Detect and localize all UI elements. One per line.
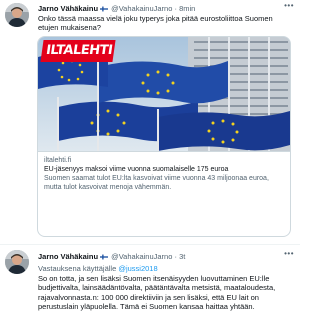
tweet-header: Jarno Vähäkainu @VahakainuJarno · 8min bbox=[38, 4, 296, 13]
author-name[interactable]: Jarno Vähäkainu bbox=[38, 252, 98, 261]
author-name[interactable]: Jarno Vähäkainu bbox=[38, 4, 98, 13]
separator: · bbox=[174, 252, 177, 261]
logo-text: ILTALEHTI bbox=[45, 43, 114, 58]
tweet-text: So on totta, ja sen lisäksi Suomen itsen… bbox=[38, 274, 276, 311]
card-title: EU-jäsenyys maksoi viime vuonna suomalai… bbox=[44, 166, 229, 173]
tweet[interactable]: Jarno Vähäkainu @VahakainuJarno · 8min •… bbox=[0, 0, 300, 244]
author-handle[interactable]: @VahakainuJarno bbox=[111, 252, 172, 261]
card-body: iltalehti.fi EU-jäsenyys maksoi viime vu… bbox=[38, 151, 290, 236]
reply-prefix: Vastauksena käyttäjälle bbox=[38, 264, 117, 273]
reply-mention[interactable]: @jussi2018 bbox=[118, 264, 157, 273]
tweet-time[interactable]: 8min bbox=[179, 4, 195, 13]
link-card[interactable]: ILTALEHTI iltalehti.fi EU-jäsenyys makso… bbox=[37, 36, 291, 237]
tweet-text: Onko tässä maassa vielä joku typerys jok… bbox=[38, 14, 273, 33]
finland-flag-icon bbox=[100, 254, 109, 259]
separator: · bbox=[174, 4, 177, 13]
more-horizontal-icon[interactable]: ••• bbox=[284, 1, 294, 10]
author-handle[interactable]: @VahakainuJarno bbox=[111, 4, 172, 13]
card-domain: iltalehti.fi bbox=[44, 157, 72, 164]
reply-context: Vastauksena käyttäjälle @jussi2018 bbox=[38, 264, 290, 273]
avatar[interactable] bbox=[5, 250, 29, 274]
avatar[interactable] bbox=[5, 3, 29, 27]
card-image: ILTALEHTI bbox=[38, 37, 290, 151]
finland-flag-icon bbox=[100, 6, 109, 11]
card-description: Suomen saamat tulot EU:lta kasvoivat vii… bbox=[44, 175, 269, 191]
tweet-time[interactable]: 3t bbox=[179, 252, 185, 261]
more-horizontal-icon[interactable]: ••• bbox=[284, 249, 294, 258]
tweet-header: Jarno Vähäkainu @VahakainuJarno · 3t bbox=[38, 252, 296, 261]
